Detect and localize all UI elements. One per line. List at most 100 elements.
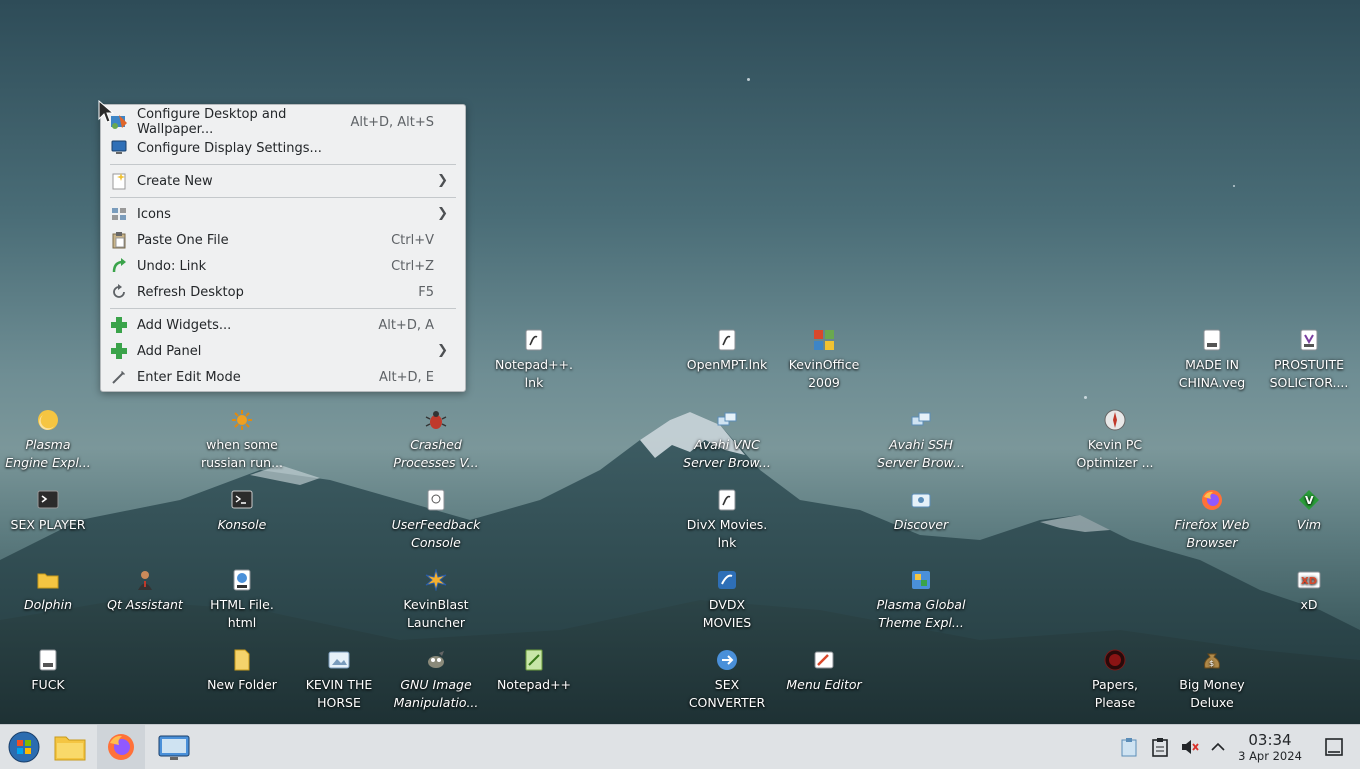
menu-item-label: Enter Edit Mode: [137, 369, 241, 385]
menu-item-icons[interactable]: Icons ❯: [106, 201, 460, 227]
desktop-icon-made-in-china[interactable]: MADE IN CHINA.veg: [1164, 328, 1260, 392]
icon-label: when some russian run...: [200, 437, 284, 470]
desktop-icon-qt-assistant[interactable]: Qt Assistant: [97, 568, 193, 614]
discover-icon: [909, 488, 933, 512]
desktop-icon-plasma-global[interactable]: Plasma Global Theme Expl...: [873, 568, 969, 632]
desktop-icon-discover[interactable]: Discover: [873, 488, 969, 534]
menu-separator: [110, 308, 456, 309]
start-menu-icon: [8, 731, 40, 763]
menu-editor-icon: [812, 648, 836, 672]
taskbar-file-manager[interactable]: [46, 725, 94, 769]
add-widgets-icon: [110, 316, 128, 334]
desktop-icon-gimp[interactable]: GNU Image Manipulatio...: [388, 648, 484, 712]
tray-show-hidden[interactable]: [1208, 737, 1228, 757]
xd-app-icon: XD: [1297, 568, 1321, 592]
tray-notes[interactable]: [1150, 737, 1170, 757]
menu-separator: [110, 164, 456, 165]
icon-label: Dolphin: [24, 597, 72, 612]
icon-label: Avahi VNC Server Brow...: [683, 437, 771, 470]
icon-label: Papers, Please: [1092, 677, 1138, 710]
desktop-icon-dvdx[interactable]: DVDX MOVIES: [679, 568, 775, 632]
desktop-icon-notepadpp-lnk[interactable]: Notepad++. lnk: [486, 328, 582, 392]
icon-label: DivX Movies. lnk: [686, 517, 768, 550]
menu-item-shortcut: F5: [418, 284, 434, 300]
icon-label: Big Money Deluxe: [1179, 677, 1245, 710]
papers-please-icon: [1103, 648, 1127, 672]
desktop-icon-plasma-engine[interactable]: Plasma Engine Expl...: [0, 408, 96, 472]
desktop-icon-sex-player[interactable]: SEX PLAYER: [0, 488, 96, 534]
menu-item-configure-display[interactable]: Configure Display Settings...: [106, 135, 460, 161]
create-new-icon: [110, 172, 128, 190]
tray-clipboard[interactable]: [1119, 737, 1139, 757]
desktop-icon-notepadpp[interactable]: Notepad++: [486, 648, 582, 694]
icon-label: KEVIN THE HORSE: [305, 677, 373, 710]
desktop-icon-firefox[interactable]: Firefox Web Browser: [1164, 488, 1260, 552]
link-file-icon: [522, 328, 546, 352]
desktop-icon-fuck[interactable]: FUCK: [0, 648, 96, 694]
taskbar: 03:34 3 Apr 2024: [0, 724, 1360, 769]
folder-icon: [230, 648, 254, 672]
icon-label: GNU Image Manipulatio...: [393, 677, 479, 710]
desktop-icon-new-folder[interactable]: New Folder: [194, 648, 290, 694]
start-menu-button[interactable]: [0, 725, 48, 769]
menu-item-paste[interactable]: Paste One File Ctrl+V: [106, 227, 460, 253]
network-icon: [909, 408, 933, 432]
vim-icon: V: [1297, 488, 1321, 512]
desktop-icon-big-money[interactable]: $ Big Money Deluxe: [1164, 648, 1260, 712]
show-desktop-button[interactable]: [1324, 737, 1344, 757]
taskbar-desktop-pager[interactable]: [150, 725, 198, 769]
icon-label: SEX CONVERTER: [688, 677, 766, 710]
desktop-background[interactable]: Notepad++. lnk OpenMPT.lnk KevinOffice 2…: [0, 0, 1360, 724]
menu-item-configure-desktop[interactable]: Configure Desktop and Wallpaper... Alt+D…: [106, 107, 460, 137]
desktop-icon-sex-converter[interactable]: SEX CONVERTER: [679, 648, 775, 712]
desktop-icon-avahi-ssh[interactable]: Avahi SSH Server Brow...: [873, 408, 969, 472]
desktop-icon-vim[interactable]: V Vim: [1261, 488, 1357, 534]
clipboard-icon: [1121, 738, 1137, 757]
icon-label: Qt Assistant: [107, 597, 183, 612]
desktop-icon-avahi-vnc[interactable]: Avahi VNC Server Brow...: [679, 408, 775, 472]
taskbar-firefox[interactable]: [97, 725, 145, 769]
desktop-icon-menu-editor[interactable]: Menu Editor: [776, 648, 872, 694]
html-file-icon: [230, 568, 254, 592]
chevron-right-icon: ❯: [437, 206, 448, 221]
menu-item-create-new[interactable]: Create New ❯: [106, 168, 460, 194]
menu-item-add-panel[interactable]: Add Panel ❯: [106, 338, 460, 364]
menu-item-add-widgets[interactable]: Add Widgets... Alt+D, A: [106, 312, 460, 338]
gimp-icon: [424, 648, 448, 672]
desktop-icon-xd[interactable]: XD xD: [1261, 568, 1357, 614]
menu-separator: [110, 197, 456, 198]
desktop-icon-crashed-processes[interactable]: Crashed Processes V...: [388, 408, 484, 472]
desktop-context-menu: Configure Desktop and Wallpaper... Alt+D…: [100, 104, 466, 392]
firefox-icon: [108, 734, 134, 760]
desktop-icon-kevinblast[interactable]: KevinBlast Launcher: [388, 568, 484, 632]
menu-item-label: Add Widgets...: [137, 317, 232, 333]
desktop-icon-dolphin[interactable]: Dolphin: [0, 568, 96, 614]
desktop-icon-html-file[interactable]: HTML File. html: [194, 568, 290, 632]
desktop-icon-russian[interactable]: when some russian run...: [194, 408, 290, 472]
desktop-icon-konsole[interactable]: Konsole: [194, 488, 290, 534]
icon-label: xD: [1300, 597, 1318, 612]
icon-label: New Folder: [207, 677, 277, 692]
desktop-icon-openmpt[interactable]: OpenMPT.lnk: [679, 328, 775, 374]
icon-label: Notepad++: [496, 677, 572, 692]
menu-item-undo[interactable]: Undo: Link Ctrl+Z: [106, 253, 460, 279]
menu-item-label: Configure Display Settings...: [137, 140, 322, 156]
mouse-cursor-icon: [98, 100, 114, 123]
menu-item-refresh[interactable]: Refresh Desktop F5: [106, 279, 460, 305]
desktop-icon-userfeedback[interactable]: UserFeedback Console: [388, 488, 484, 552]
tray-volume[interactable]: [1180, 737, 1200, 757]
money-bag-icon: $: [1200, 648, 1224, 672]
menu-item-label: Create New: [137, 173, 213, 189]
digital-clock[interactable]: 03:34 3 Apr 2024: [1230, 731, 1310, 764]
desktop-icon-prostuite[interactable]: PROSTUITE SOLICTOR....: [1261, 328, 1357, 392]
icon-label: HTML File. html: [210, 597, 274, 630]
desktop-icon-kevinoffice[interactable]: KevinOffice 2009: [776, 328, 872, 392]
desktop-icon-papers-please[interactable]: Papers, Please: [1067, 648, 1163, 712]
bug-icon: [424, 408, 448, 432]
icon-label: Plasma Global Theme Expl...: [876, 597, 966, 630]
desktop-icon-divx-movies[interactable]: DivX Movies. lnk: [679, 488, 775, 552]
icon-label: KevinOffice 2009: [788, 357, 860, 390]
desktop-icon-kevin-pc-optimizer[interactable]: Kevin PC Optimizer ...: [1067, 408, 1163, 472]
menu-item-enter-edit-mode[interactable]: Enter Edit Mode Alt+D, E: [106, 364, 460, 390]
desktop-icon-kevin-the-horse[interactable]: KEVIN THE HORSE: [291, 648, 387, 712]
